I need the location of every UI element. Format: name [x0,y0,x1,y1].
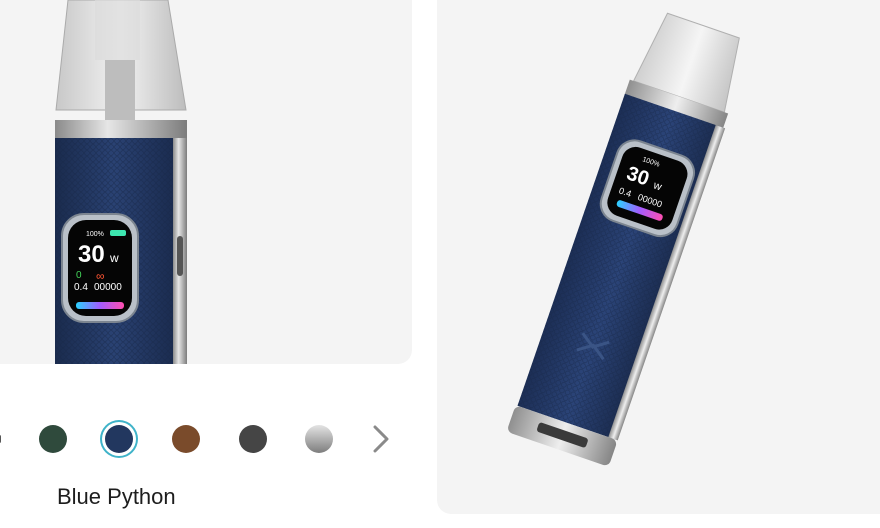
product-closeup-panel: 100% 30 w 0 ∞ 0.4 00000 [0,0,412,364]
screen-battery-label: 100% [86,231,104,238]
screen-wattage-unit: w [109,251,119,265]
swatch-blue-python[interactable] [105,425,133,453]
swatch-black[interactable] [239,425,267,453]
screen-puff-count: 00000 [94,282,122,293]
swatch-brown[interactable] [172,425,200,453]
product-angled-panel: 100% 30 w 0.4 00000 [437,0,880,514]
screen-infinity: ∞ [96,269,105,283]
chevron-right-icon[interactable] [368,424,394,454]
swatch-green[interactable] [39,425,67,453]
selected-color-name: Blue Python [57,484,176,509]
screen-resistance: 0.4 [74,282,88,293]
previous-swatch-edge [0,435,1,443]
swatch-silver[interactable] [305,425,333,453]
screen-wattage: 30 [78,241,105,268]
product-closeup-image: 100% 30 w 0 ∞ 0.4 00000 [55,0,187,364]
screen-resistance-top: 0 [76,270,82,281]
product-angled-image: 100% 30 w 0.4 00000 [508,12,740,466]
